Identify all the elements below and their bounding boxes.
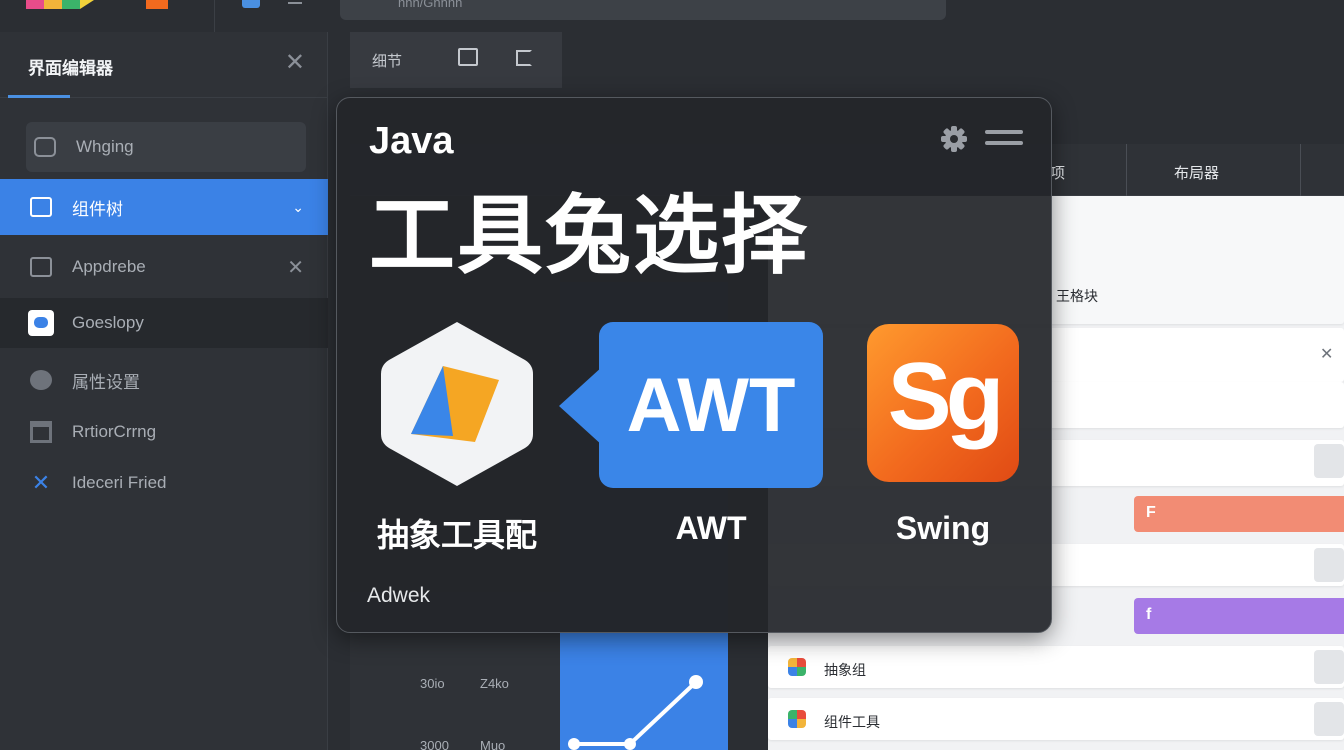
active-tab-indicator	[8, 95, 70, 98]
row-label: 抽象组	[824, 662, 866, 678]
app-icon	[788, 658, 806, 676]
sidebar-item-label: 属性设置	[72, 372, 140, 392]
sidebar-item-label: 组件树	[72, 199, 123, 219]
sidebar-item-ideceri-fried[interactable]: ✕ Ideceri Fried	[0, 458, 328, 508]
menu-icon[interactable]	[985, 130, 1023, 152]
column-divider	[1126, 144, 1127, 196]
sidebar-item-goeslopy[interactable]: Goeslopy	[0, 298, 328, 348]
sidebar-header: 界面编辑器 ✕	[0, 32, 327, 98]
tools-icon: ✕	[31, 470, 51, 495]
chart-area	[560, 632, 728, 750]
row-action-button[interactable]	[1314, 650, 1344, 684]
row-label: 组件工具	[824, 714, 880, 730]
table-cell: 3000	[420, 738, 449, 750]
window-icon[interactable]	[242, 0, 260, 8]
row-label: 王格块	[1056, 288, 1098, 304]
highlight-bar[interactable]: f	[1134, 598, 1344, 634]
app-logo	[26, 0, 168, 10]
calendar-icon	[28, 420, 54, 444]
table-cell: Z4ko	[480, 676, 509, 691]
chat-icon	[28, 310, 54, 336]
dialog-title: Java	[369, 120, 454, 162]
sidebar-item-rrtiorcrrng[interactable]: RrtiorCrrng	[0, 407, 328, 457]
top-bar: hhh/Ghhhh	[0, 0, 1344, 32]
close-icon[interactable]: ✕	[287, 255, 304, 280]
close-icon[interactable]: ✕	[1320, 344, 1333, 364]
row-action-button[interactable]	[1314, 548, 1344, 582]
sidebar-item-label: Appdrebe	[72, 257, 146, 276]
tile-label: Swing	[895, 510, 991, 546]
bubble-icon	[28, 368, 54, 392]
minimize-icon[interactable]	[288, 2, 302, 4]
line-graph	[568, 675, 703, 750]
search-input[interactable]: hhh/Ghhhh	[340, 0, 946, 20]
chevron-down-icon[interactable]: ⌄	[292, 199, 304, 216]
sidebar-item-label: Whging	[76, 137, 134, 156]
toolkit-selector-dialog: Java 工具兔选择 抽象工具配 AWT AWT Sg Swing Adwek	[336, 97, 1052, 633]
table-cell: 30io	[420, 676, 445, 691]
row-action-button[interactable]	[1314, 444, 1344, 478]
toolbar-label[interactable]: 细节	[372, 50, 402, 71]
sidebar-title: 界面编辑器	[28, 59, 113, 78]
sidebar-item-whging[interactable]: Whging	[26, 122, 306, 172]
awt-badge: AWT	[626, 363, 796, 448]
panel-icon	[28, 255, 54, 279]
layout-icon	[28, 195, 54, 219]
flag-icon: F	[1146, 504, 1156, 521]
column-header[interactable]: 项	[1050, 162, 1065, 183]
divider	[214, 0, 215, 32]
abstract-toolkit-icon[interactable]	[377, 318, 537, 490]
awt-pointer	[559, 366, 603, 446]
sidebar-item-label: RrtiorCrrng	[72, 422, 157, 441]
close-icon[interactable]: ✕	[285, 50, 305, 76]
sidebar: 界面编辑器 ✕ Whging 组件树 ⌄ Appdrebe ✕ Goeslopy…	[0, 32, 328, 750]
device-icon	[32, 135, 58, 159]
table-cell: Muo	[480, 738, 506, 750]
column-header[interactable]: 布局器	[1174, 162, 1219, 183]
sidebar-item-label: Ideceri Fried	[72, 473, 167, 492]
sidebar-item-label: Goeslopy	[72, 313, 144, 332]
main-toolbar: 细节	[350, 32, 562, 88]
grid-icon[interactable]	[458, 48, 478, 66]
swing-badge: Sg	[887, 343, 1005, 450]
app-icon	[788, 710, 806, 728]
sidebar-item-component-tree[interactable]: 组件树 ⌄	[0, 179, 328, 235]
bolt-icon: f	[1146, 606, 1152, 623]
sidebar-item-appdrebe[interactable]: Appdrebe ✕	[0, 242, 328, 292]
dialog-heading: 工具兔选择	[369, 188, 809, 284]
column-divider	[1300, 144, 1301, 196]
tile-label: AWT	[675, 510, 747, 546]
tile-label: 抽象工具配	[376, 517, 537, 553]
row-action-button[interactable]	[1314, 702, 1344, 736]
crop-icon[interactable]	[516, 50, 532, 66]
dialog-footer: Adwek	[367, 584, 431, 607]
sidebar-item-properties[interactable]: 属性设置	[0, 355, 328, 405]
gear-icon[interactable]	[939, 124, 969, 154]
highlight-bar[interactable]: F	[1134, 496, 1344, 532]
